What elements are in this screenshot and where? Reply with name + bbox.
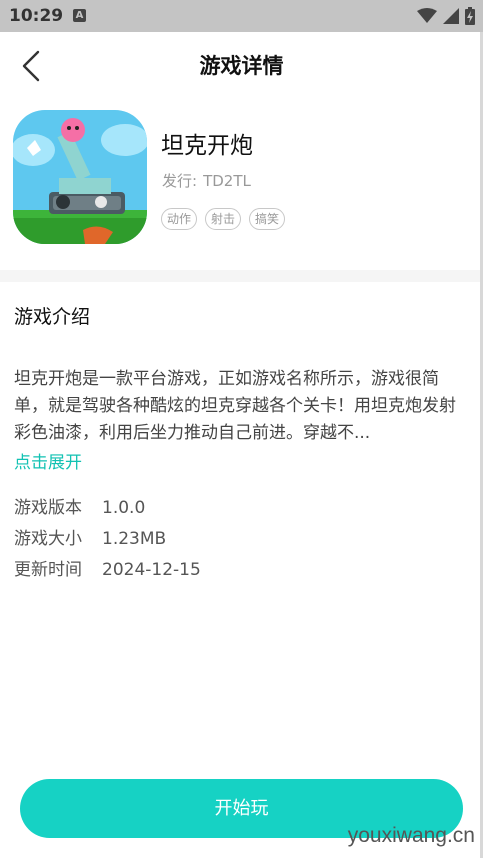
- info-row-version: 游戏版本 1.0.0: [14, 493, 145, 518]
- page-title: 游戏详情: [199, 54, 284, 78]
- battery-icon: [465, 7, 475, 25]
- expand-link[interactable]: 点击展开: [14, 448, 82, 473]
- intro-title: 游戏介绍: [14, 306, 91, 328]
- wifi-icon: [417, 8, 437, 23]
- notification-icon: A: [73, 9, 86, 22]
- game-name: 坦克开炮: [161, 133, 253, 159]
- info-row-size: 游戏大小 1.23MB: [14, 524, 166, 549]
- nav-bar: 游戏详情: [0, 32, 483, 98]
- status-time: 10:29: [9, 6, 64, 26]
- signal-icon: [443, 8, 459, 24]
- tag[interactable]: 动作: [161, 208, 198, 230]
- game-header: 坦克开炮 发行: TD2TL 动作 射击 搞笑: [0, 98, 483, 270]
- status-icons: [417, 7, 475, 25]
- watermark: youxiwang.cn: [347, 824, 475, 847]
- info-label: 游戏大小: [14, 529, 82, 549]
- status-bar: 10:29 A: [0, 0, 483, 32]
- tag[interactable]: 射击: [205, 208, 242, 230]
- tag[interactable]: 搞笑: [249, 208, 286, 230]
- publisher: 发行: TD2TL: [162, 170, 251, 191]
- intro-text: 坦克开炮是一款平台游戏，正如游戏名称所示，游戏很简单，就是驾驶各种酷炫的坦克穿越…: [14, 369, 456, 443]
- section-divider: [0, 270, 483, 282]
- publisher-label: 发行:: [162, 172, 198, 190]
- info-row-updated: 更新时间 2024-12-15: [14, 555, 201, 580]
- publisher-name: TD2TL: [203, 172, 251, 190]
- tag-list: 动作 射击 搞笑: [161, 208, 286, 230]
- info-value: 1.0.0: [102, 498, 146, 518]
- info-label: 游戏版本: [14, 498, 82, 518]
- game-icon: [13, 110, 147, 244]
- info-value: 1.23MB: [102, 529, 167, 549]
- info-label: 更新时间: [14, 560, 82, 580]
- info-value: 2024-12-15: [102, 560, 201, 580]
